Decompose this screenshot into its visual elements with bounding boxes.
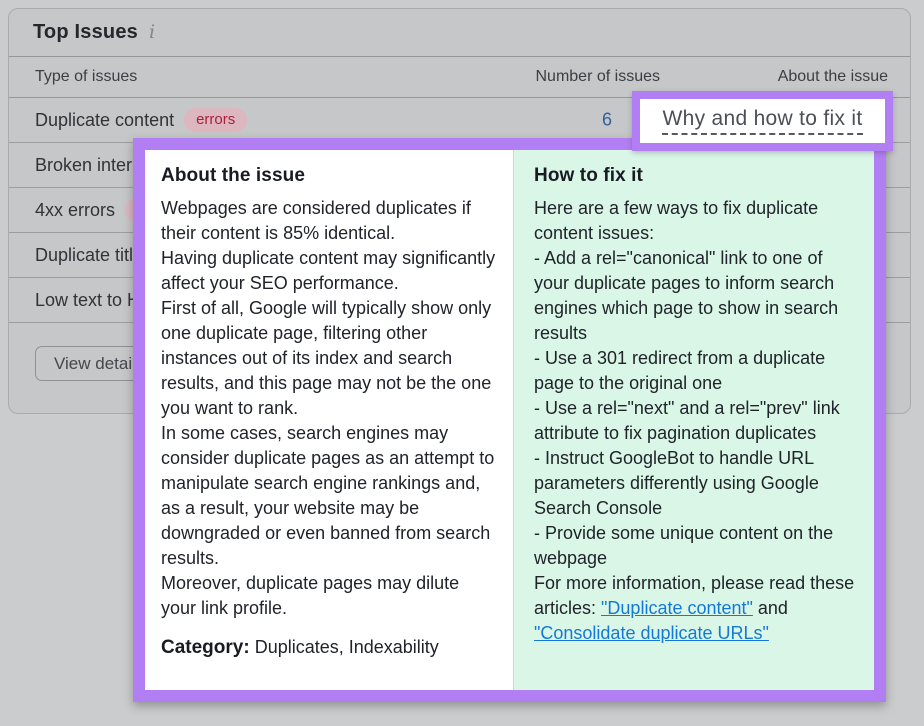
about-the-issue-pane: About the issue Webpages are considered …	[145, 150, 513, 690]
about-heading: About the issue	[161, 165, 499, 187]
category-line: Category: Duplicates, Indexability	[161, 637, 499, 659]
issue-count-link[interactable]: 6	[602, 110, 612, 131]
duplicate-content-article-link[interactable]: "Duplicate content"	[601, 598, 753, 618]
popup-columns: About the issue Webpages are considered …	[145, 150, 874, 690]
category-label: Category:	[161, 637, 250, 658]
issue-details-popup: About the issue Webpages are considered …	[133, 138, 886, 702]
more-info-and: and	[753, 598, 788, 618]
page-background: Top Issues i Type of issues Number of is…	[0, 0, 924, 726]
column-header-number: Number of issues	[536, 68, 661, 86]
how-to-fix-pane: How to fix it Here are a few ways to fix…	[513, 150, 874, 690]
fix-body-text: Here are a few ways to fix duplicate con…	[534, 196, 862, 571]
issue-label: 4xx errors	[35, 200, 115, 221]
panel-title: Top Issues	[33, 21, 138, 44]
consolidate-duplicate-urls-article-link[interactable]: "Consolidate duplicate URLs"	[534, 623, 769, 643]
why-how-link-highlight: Why and how to fix it	[632, 91, 893, 151]
info-icon[interactable]: i	[149, 23, 155, 42]
issue-label: Duplicate content	[35, 110, 174, 131]
fix-heading: How to fix it	[534, 165, 862, 187]
more-info-line: For more information, please read these …	[534, 571, 862, 646]
column-header-type: Type of issues	[35, 68, 137, 86]
column-header-about: About the issue	[778, 68, 888, 86]
errors-badge: errors	[184, 108, 247, 132]
category-value: Duplicates, Indexability	[255, 637, 439, 657]
why-how-link-background: Why and how to fix it	[640, 99, 885, 143]
about-body-text: Webpages are considered duplicates if th…	[161, 196, 499, 621]
panel-title-row: Top Issues i	[9, 9, 910, 57]
why-how-to-fix-link[interactable]: Why and how to fix it	[662, 107, 862, 135]
